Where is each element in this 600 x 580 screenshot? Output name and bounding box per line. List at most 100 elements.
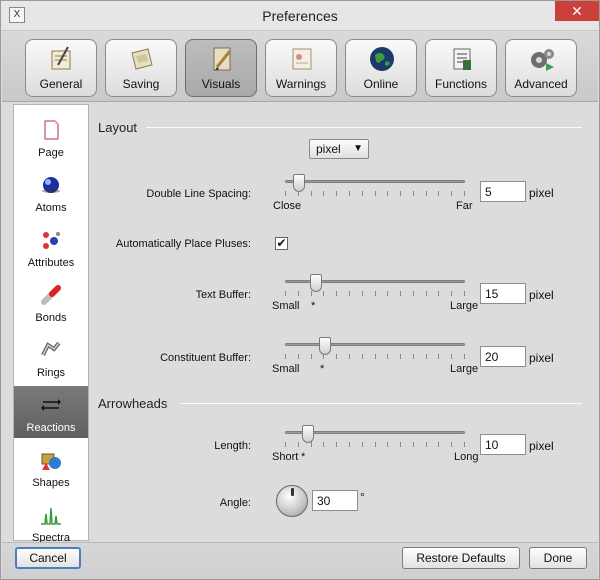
- slider-tick: [362, 191, 363, 196]
- slider-tick: [375, 191, 376, 196]
- slider-tick: [298, 191, 299, 196]
- sidebar-item-page[interactable]: Page: [14, 111, 88, 163]
- slider-tick: [438, 354, 439, 359]
- slider-tick: [349, 191, 350, 196]
- slider-tick: [298, 354, 299, 359]
- slider-tick: [349, 291, 350, 296]
- atom-icon: [42, 177, 60, 193]
- slider-tick: [413, 191, 414, 196]
- spectra-icon: [41, 507, 61, 525]
- shapes-icon: [41, 453, 61, 470]
- sidebar-item-label: Shapes: [32, 477, 70, 489]
- unit-label: pixel: [529, 351, 554, 365]
- auto-place-pluses-checkbox[interactable]: ✔: [275, 237, 288, 250]
- sidebar-item-atoms[interactable]: Atoms: [14, 166, 88, 218]
- tab-online[interactable]: Online: [345, 39, 417, 97]
- preferences-window: X Preferences ✕ General Saving Visuals W…: [0, 0, 600, 580]
- slider-tick: [426, 354, 427, 359]
- length-slider[interactable]: [285, 425, 465, 455]
- slider-tick: [451, 191, 452, 196]
- slider-tick: [362, 354, 363, 359]
- functions-icon: [453, 48, 471, 70]
- slider-tick: [387, 291, 388, 296]
- slider-tick: [451, 291, 452, 296]
- sidebar-item-attributes[interactable]: Attributes: [14, 221, 88, 273]
- text-buffer-label: Text Buffer:: [195, 289, 251, 301]
- sidebar-item-label: Page: [38, 147, 64, 159]
- slider-tick: [298, 291, 299, 296]
- tab-functions[interactable]: Functions: [425, 39, 497, 97]
- slider-thumb[interactable]: [310, 274, 322, 292]
- constituent-buffer-input[interactable]: 20: [480, 346, 526, 367]
- sidebar-item-rings[interactable]: Rings: [14, 331, 88, 383]
- slider-tick: [426, 191, 427, 196]
- slider-tick: [438, 291, 439, 296]
- sidebar-item-label: Reactions: [26, 422, 76, 434]
- slider-tick: [413, 442, 414, 447]
- slider-tick: [336, 442, 337, 447]
- general-icon: [51, 46, 71, 70]
- constituent-buffer-slider[interactable]: [285, 337, 465, 367]
- slider-track: [285, 343, 465, 346]
- double-line-spacing-slider[interactable]: [285, 174, 465, 204]
- slider-thumb[interactable]: [319, 337, 331, 355]
- unit-select[interactable]: pixel ▼: [309, 139, 369, 159]
- tab-label: Warnings: [275, 77, 327, 91]
- default-marker: *: [311, 300, 316, 312]
- arrowheads-section-title: Arrowheads: [98, 396, 168, 411]
- title-bar: X Preferences ✕: [1, 1, 599, 31]
- angle-dial[interactable]: [276, 485, 308, 517]
- layout-divider: [146, 127, 582, 128]
- category-toolbar: General Saving Visuals Warnings Online F…: [2, 32, 598, 102]
- double-line-spacing-label: Double Line Spacing:: [146, 188, 251, 200]
- tab-label: Online: [363, 77, 399, 91]
- sidebar-item-bonds[interactable]: Bonds: [14, 276, 88, 328]
- length-input[interactable]: 10: [480, 434, 526, 455]
- unit-label: pixel: [529, 288, 554, 302]
- tab-general[interactable]: General: [25, 39, 97, 97]
- sidebar-item-reactions[interactable]: Reactions: [14, 386, 88, 438]
- slider-tick: [464, 354, 465, 359]
- attributes-icon: [43, 232, 60, 249]
- warnings-icon: [292, 48, 312, 70]
- slider-min-label: Close: [273, 200, 302, 212]
- tab-advanced[interactable]: Advanced: [505, 39, 577, 97]
- slider-tick: [323, 291, 324, 296]
- tab-label: General: [39, 77, 83, 91]
- close-button[interactable]: ✕: [555, 1, 599, 21]
- slider-tick: [349, 442, 350, 447]
- dialog-footer: Cancel Restore Defaults Done: [2, 542, 598, 579]
- default-marker: *: [320, 363, 325, 375]
- double-line-spacing-input[interactable]: 5: [480, 181, 526, 202]
- tab-label: Saving: [122, 77, 160, 91]
- slider-thumb[interactable]: [302, 425, 314, 443]
- slider-tick: [400, 191, 401, 196]
- angle-input[interactable]: 30: [312, 490, 358, 511]
- unit-label: pixel: [529, 439, 554, 453]
- slider-tick: [387, 442, 388, 447]
- cancel-button[interactable]: Cancel: [15, 547, 81, 569]
- slider-thumb[interactable]: [293, 174, 305, 192]
- tab-warnings[interactable]: Warnings: [265, 39, 337, 97]
- text-buffer-input[interactable]: 15: [480, 283, 526, 304]
- bond-icon: [41, 285, 61, 305]
- sidebar-item-spectra[interactable]: Spectra: [14, 496, 88, 548]
- slider-tick: [285, 354, 286, 359]
- restore-defaults-button[interactable]: Restore Defaults: [402, 547, 520, 569]
- done-button[interactable]: Done: [529, 547, 587, 569]
- unit-label: pixel: [529, 186, 554, 200]
- gears-icon: [531, 49, 554, 71]
- slider-min-label: Small: [272, 300, 300, 312]
- tab-visuals[interactable]: Visuals: [185, 39, 257, 97]
- page-icon: [44, 120, 59, 140]
- settings-panel: Layout pixel ▼ Double Line Spacing: Clos…: [90, 104, 588, 541]
- slider-min-label: Short: [272, 451, 299, 463]
- window-title: Preferences: [262, 8, 338, 24]
- slider-tick: [387, 354, 388, 359]
- slider-track: [285, 180, 465, 183]
- slider-tick: [336, 191, 337, 196]
- layout-section-title: Layout: [98, 120, 138, 135]
- sidebar-item-shapes[interactable]: Shapes: [14, 441, 88, 493]
- tab-label: Functions: [434, 77, 488, 91]
- tab-saving[interactable]: Saving: [105, 39, 177, 97]
